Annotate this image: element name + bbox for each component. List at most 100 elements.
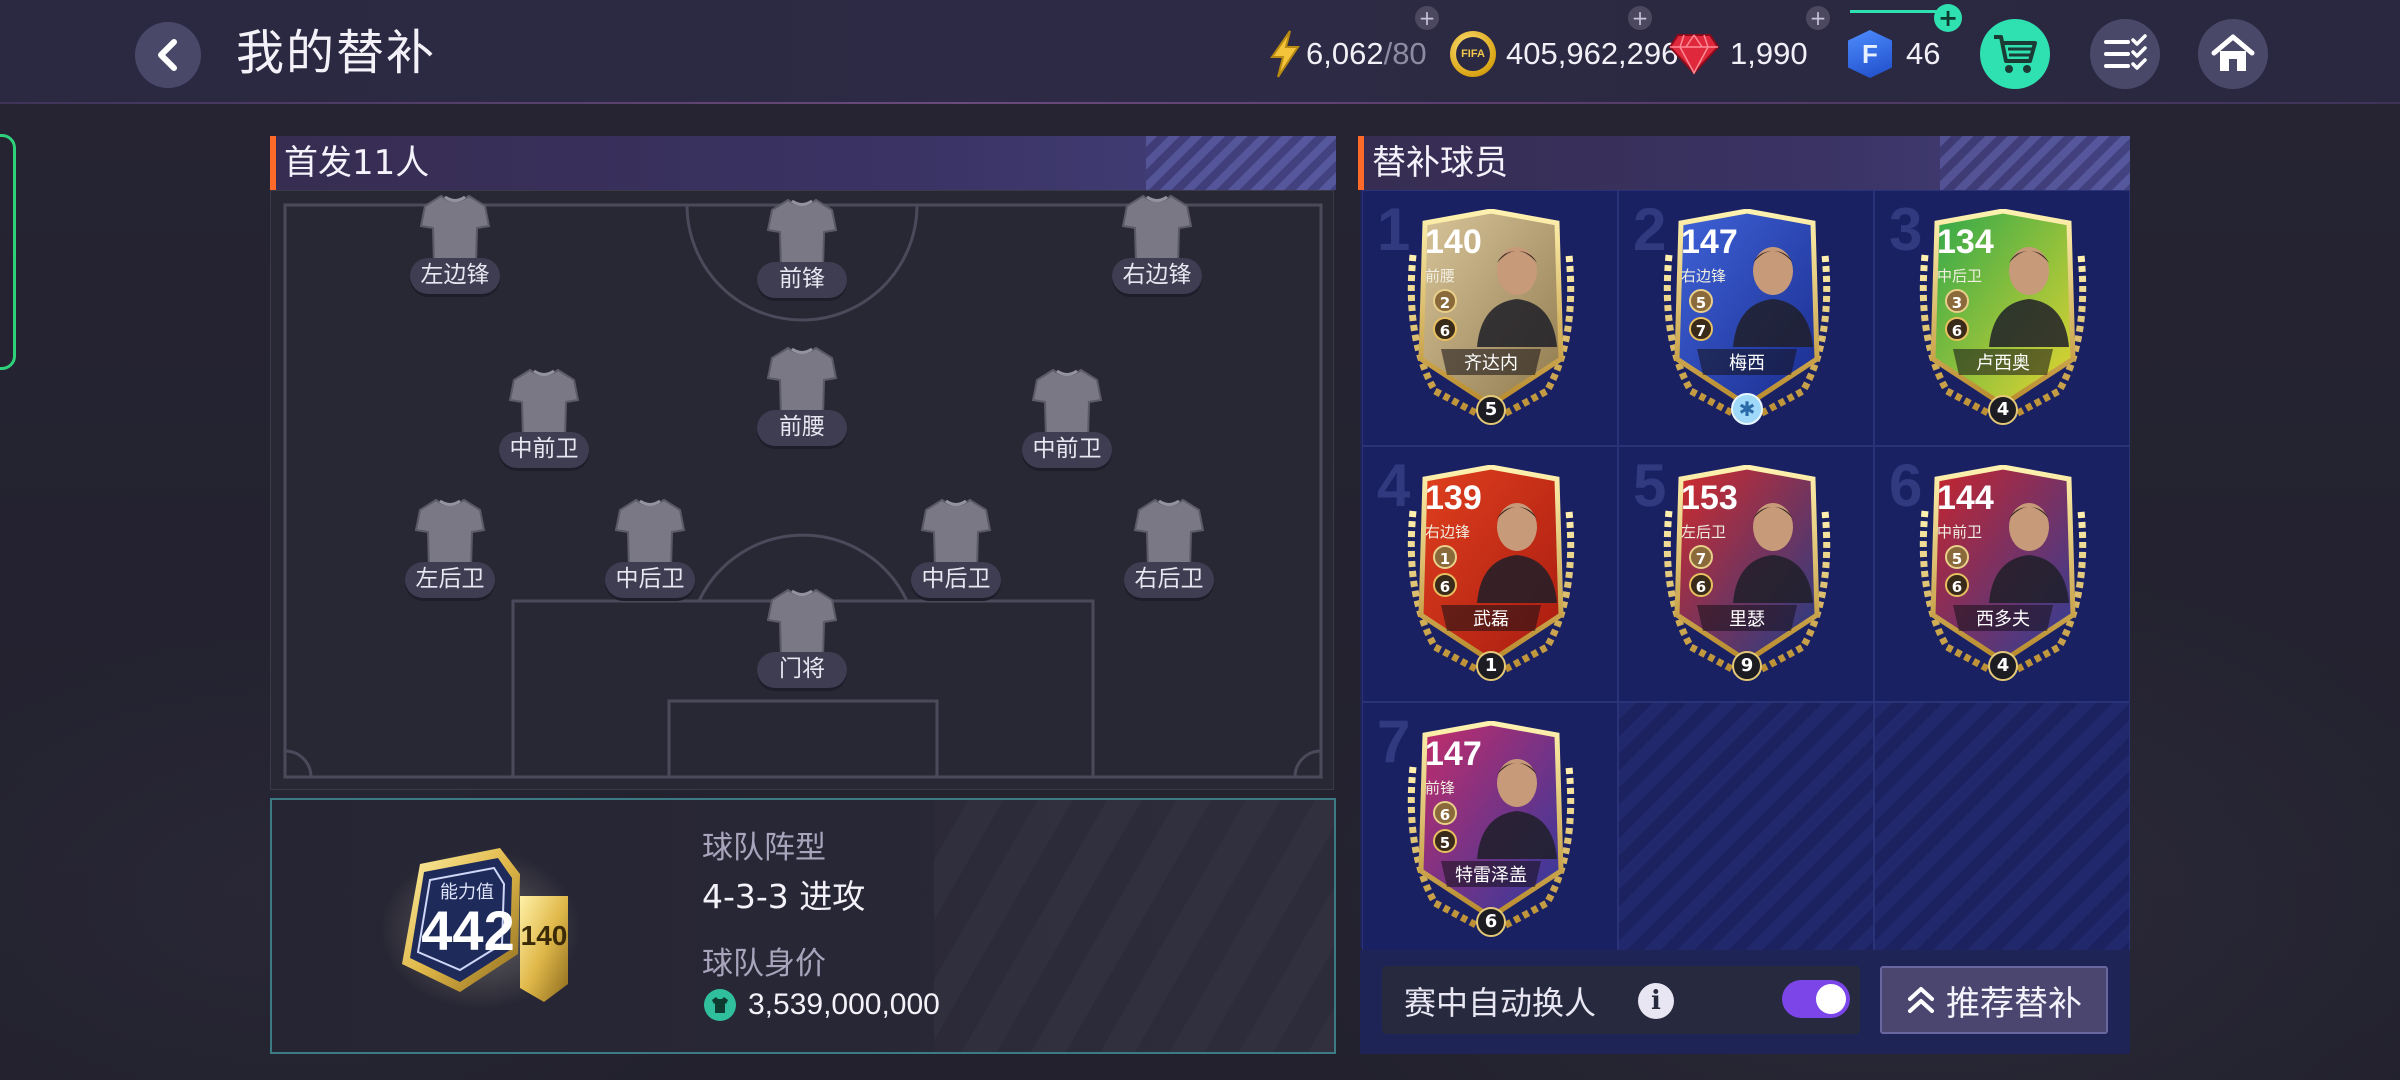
position-label: 中后卫 (911, 562, 1001, 598)
starting-title: 首发11人 (284, 143, 430, 183)
add-fp-button[interactable]: + (1934, 4, 1962, 32)
sub-player-slot[interactable]: 3 134 中后卫 3 6 卢西奥 4 (1874, 190, 2130, 446)
double-chevron-up-icon (1908, 987, 1934, 1013)
shirt-icon (1031, 368, 1103, 439)
formation-label: 球队阵型 (702, 830, 826, 866)
rank-badge: 2 (1433, 289, 1457, 313)
position-slot[interactable]: 右边锋 (1107, 192, 1207, 294)
recommend-subs-button[interactable]: 推荐替补 (1880, 966, 2108, 1034)
position-label: 中前卫 (499, 432, 589, 468)
team-value-label: 球队身价 (702, 946, 826, 982)
subs-panel-header: 替补球员 (1358, 136, 2130, 190)
lightning-icon (1270, 30, 1300, 78)
sub-player-slot[interactable]: 2 147 右边锋 5 7 梅西 ✱ (1618, 190, 1874, 446)
auto-sub-toggle[interactable] (1782, 980, 1850, 1018)
add-gems-button[interactable]: + (1806, 6, 1830, 30)
energy-counter[interactable]: 6,062/80 (1268, 28, 1427, 80)
frost-emblem-icon: ✱ (1731, 393, 1763, 425)
position-slot[interactable]: 左边锋 (405, 192, 505, 294)
chevron-left-icon (158, 39, 177, 71)
position-label: 右后卫 (1124, 562, 1214, 598)
position-slot[interactable]: 前锋 (752, 196, 852, 298)
ovr-badge: 能力值 442 140 (380, 844, 580, 1009)
position-slot[interactable]: 中后卫 (600, 496, 700, 598)
player-card: 147 右边锋 5 7 梅西 ✱ (1661, 209, 1833, 431)
position-label: 右边锋 (1112, 258, 1202, 294)
player-portrait (1989, 247, 2069, 347)
tasks-button[interactable] (2090, 19, 2160, 89)
player-portrait (1477, 759, 1557, 859)
sub-player-slot[interactable]: 7 147 前锋 6 5 特雷泽盖 6 (1362, 702, 1618, 958)
position-slot[interactable]: 中后卫 (906, 496, 1006, 598)
position-label: 前腰 (757, 410, 847, 446)
player-position: 右边锋 (1681, 267, 1727, 285)
side-drawer-handle[interactable] (0, 134, 16, 370)
auto-sub-label: 赛中自动换人 (1404, 984, 1597, 1022)
sub-player-slot[interactable]: 1 140 前腰 2 6 齐达内 5 (1362, 190, 1618, 446)
position-label: 左边锋 (410, 258, 500, 294)
rank-badge: 3 (1945, 289, 1969, 313)
sub-player-slot[interactable]: 4 139 右边锋 1 6 武磊 1 (1362, 446, 1618, 702)
info-icon[interactable]: i (1638, 983, 1674, 1019)
add-coins-button[interactable]: + (1628, 6, 1652, 30)
header-hatch (1146, 136, 1336, 190)
team-summary: 能力值 442 140 球队阵型 4-3-3 进攻 球队身价 3,539,000… (270, 798, 1336, 1054)
sub-player-slot[interactable]: 5 153 左后卫 7 6 里瑟 9 (1618, 446, 1874, 702)
fp-counter[interactable]: F 46 (1848, 28, 1940, 80)
position-slot[interactable]: 前腰 (752, 344, 852, 446)
page-title: 我的替补 (236, 25, 437, 81)
shirt-icon (419, 194, 491, 265)
gem-icon (1668, 34, 1720, 75)
position-slot[interactable]: 中前卫 (1017, 366, 1117, 468)
shirt-icon (920, 498, 992, 569)
enhance-level: 9 (1732, 651, 1762, 681)
player-card: 134 中后卫 3 6 卢西奥 4 (1917, 209, 2089, 431)
formation-value: 4-3-3 进攻 (702, 877, 866, 916)
position-slot[interactable]: 右后卫 (1119, 496, 1219, 598)
shirt-icon (766, 588, 838, 659)
team-value-amount: 3,539,000,000 (748, 988, 940, 1021)
player-rating: 144 (1937, 479, 1994, 517)
player-rating: 147 (1425, 735, 1482, 773)
position-slot[interactable]: 左后卫 (400, 496, 500, 598)
checklist-icon (2104, 34, 2147, 70)
position-label: 中前卫 (1022, 432, 1112, 468)
player-position: 中后卫 (1937, 267, 1983, 285)
fp-icon: F (1848, 30, 1892, 78)
player-name: 齐达内 (1464, 353, 1518, 374)
header-hatch (1940, 136, 2130, 190)
add-energy-button[interactable]: + (1415, 6, 1439, 30)
level-badge: 7 (1689, 317, 1713, 341)
player-card: 144 中前卫 5 6 西多夫 4 (1917, 465, 2089, 687)
shop-button[interactable] (1980, 19, 2050, 89)
sub-player-slot[interactable]: 6 144 中前卫 5 6 西多夫 4 (1874, 446, 2130, 702)
player-name: 西多夫 (1976, 609, 2030, 630)
player-rating: 139 (1425, 479, 1482, 517)
level-badge: 6 (1945, 317, 1969, 341)
player-portrait (1989, 503, 2069, 603)
side-value: 140 (520, 920, 568, 951)
home-button[interactable] (2198, 19, 2268, 89)
shirt-icon (766, 198, 838, 269)
position-label: 左后卫 (405, 562, 495, 598)
player-portrait (1477, 247, 1557, 347)
player-position: 前锋 (1425, 779, 1456, 797)
back-button[interactable] (135, 22, 201, 88)
jersey-coin-icon (704, 989, 736, 1021)
recommend-subs-label: 推荐替补 (1946, 983, 2082, 1024)
player-portrait (1477, 503, 1557, 603)
player-position: 右边锋 (1425, 523, 1471, 541)
fp-value: 46 (1906, 36, 1941, 71)
home-icon (2211, 34, 2255, 71)
position-slot[interactable]: 中前卫 (494, 366, 594, 468)
position-slot[interactable]: 门将 (752, 586, 852, 688)
team-value-row: 3,539,000,000 (704, 988, 940, 1022)
fp-progress-line (1850, 10, 1942, 13)
gems-counter[interactable]: 1,990 (1668, 28, 1808, 80)
player-rating: 147 (1681, 223, 1738, 261)
empty-sub-slot[interactable] (1618, 702, 1874, 958)
empty-sub-slot[interactable] (1874, 702, 2130, 958)
player-portrait (1733, 247, 1813, 347)
gems-value: 1,990 (1730, 36, 1808, 71)
coins-counter[interactable]: FIFA 405,962,296 (1450, 28, 1678, 80)
